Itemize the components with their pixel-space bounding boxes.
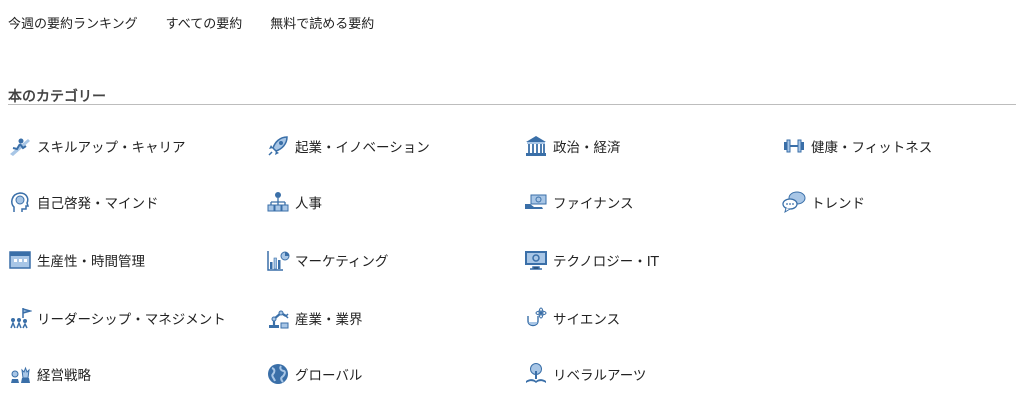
category-label: 生産性・時間管理	[37, 254, 145, 270]
category-marketing[interactable]: マーケティング	[266, 248, 388, 272]
category-trend[interactable]: トレンド	[782, 190, 865, 214]
money-hand-icon	[525, 194, 547, 209]
category-finance[interactable]: ファイナンス	[524, 190, 633, 214]
category-label: グローバル	[295, 368, 363, 384]
category-label: ファイナンス	[553, 196, 634, 212]
category-liberal-arts[interactable]: リベラルアーツ	[524, 362, 646, 386]
speech-bubbles-icon	[782, 191, 806, 214]
category-label: スキルアップ・キャリア	[37, 140, 186, 156]
category-label: サイエンス	[553, 312, 621, 328]
government-building-icon	[526, 136, 546, 156]
category-productivity[interactable]: 生産性・時間管理	[8, 248, 145, 272]
top-links: 今週の要約ランキング すべての要約 無料で読める要約	[8, 13, 374, 32]
leader-flag-icon	[10, 308, 32, 329]
category-label: マーケティング	[295, 254, 389, 270]
brain-head-icon	[11, 192, 30, 212]
section-title: 本のカテゴリー	[8, 89, 106, 105]
category-science[interactable]: サイエンス	[524, 306, 620, 330]
category-politics-economy[interactable]: 政治・経済	[524, 134, 621, 158]
category-startup-innovation[interactable]: 起業・イノベーション	[266, 134, 430, 158]
category-label: 起業・イノベーション	[295, 140, 430, 156]
category-label: リーダーシップ・マネジメント	[37, 312, 226, 328]
category-label: 健康・フィットネス	[811, 140, 933, 156]
link-weekly-ranking[interactable]: 今週の要約ランキング	[8, 13, 138, 32]
calendar-icon	[9, 251, 31, 269]
chess-icon	[11, 366, 30, 383]
category-leadership[interactable]: リーダーシップ・マネジメント	[8, 306, 226, 330]
category-label: 経営戦略	[37, 368, 91, 384]
bar-chart-icon	[267, 251, 290, 271]
section-divider	[8, 104, 1016, 105]
category-management-strategy[interactable]: 経営戦略	[8, 362, 91, 386]
monitor-icon	[525, 251, 547, 270]
category-health-fitness[interactable]: 健康・フィットネス	[782, 134, 932, 158]
category-global[interactable]: グローバル	[266, 362, 362, 386]
link-free-summaries[interactable]: 無料で読める要約	[270, 13, 374, 32]
climbing-person-icon	[10, 138, 30, 156]
link-all-summaries[interactable]: すべての要約	[166, 13, 243, 32]
category-label: 人事	[295, 196, 322, 212]
tree-book-icon	[526, 363, 546, 383]
category-label: 政治・経済	[553, 140, 621, 156]
globe-icon	[268, 364, 288, 384]
category-self-development[interactable]: 自己啓発・マインド	[8, 190, 159, 214]
category-hr[interactable]: 人事	[266, 190, 322, 214]
robot-arm-icon	[269, 310, 289, 329]
category-label: 産業・業界	[295, 312, 363, 328]
category-label: 自己啓発・マインド	[37, 196, 159, 212]
category-label: トレンド	[811, 196, 865, 212]
category-label: テクノロジー・IT	[553, 254, 659, 270]
category-industry[interactable]: 産業・業界	[266, 306, 363, 330]
org-chart-icon	[267, 192, 289, 212]
rocket-icon	[268, 136, 288, 156]
category-skillup-career[interactable]: スキルアップ・キャリア	[8, 134, 186, 158]
category-label: リベラルアーツ	[553, 368, 647, 384]
category-technology-it[interactable]: テクノロジー・IT	[524, 248, 659, 272]
flask-atom-icon	[527, 307, 547, 327]
dumbbell-icon	[784, 139, 804, 153]
